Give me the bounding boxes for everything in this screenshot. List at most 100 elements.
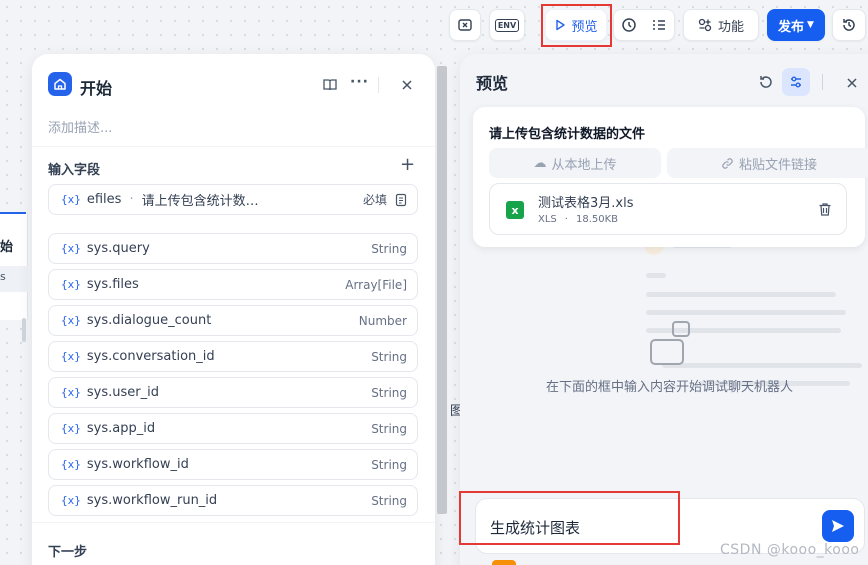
excel-file-icon: x bbox=[506, 201, 524, 219]
refresh-icon[interactable] bbox=[758, 74, 774, 90]
input-fields-heading: 输入字段 bbox=[48, 163, 101, 178]
more-icon[interactable]: ··· bbox=[350, 74, 369, 90]
system-variable-row[interactable]: {x} sys.conversation_id String bbox=[48, 341, 418, 372]
variable-type: String bbox=[371, 349, 407, 364]
variable-icon: {x} bbox=[61, 314, 81, 327]
left-edge-text-2: s bbox=[0, 270, 6, 283]
panel-scrollbar[interactable] bbox=[437, 66, 447, 514]
variable-name: sys.workflow_id bbox=[86, 457, 189, 472]
system-variable-row[interactable]: {x} sys.user_id String bbox=[48, 377, 418, 408]
variable-name: sys.dialogue_count bbox=[86, 313, 212, 328]
variable-type: String bbox=[371, 493, 407, 508]
header-divider bbox=[378, 77, 379, 93]
variable-icon: {x} bbox=[61, 422, 81, 435]
variable-name: sys.query bbox=[86, 241, 150, 256]
bottom-avatar bbox=[492, 560, 516, 565]
empty-state-hint: 在下面的框中输入内容开始调试聊天机器人 bbox=[546, 380, 794, 395]
history-icon bbox=[843, 19, 855, 31]
cloud-upload-icon: ☁ bbox=[533, 155, 547, 171]
close-preview-icon[interactable] bbox=[846, 77, 858, 89]
preview-label: 预览 bbox=[571, 19, 598, 35]
variable-name: efiles bbox=[86, 192, 122, 207]
start-node-title: 开始 bbox=[80, 79, 113, 98]
features-label: 功能 bbox=[717, 19, 744, 35]
close-icon[interactable] bbox=[401, 79, 413, 91]
required-badge: 必填 bbox=[362, 193, 387, 207]
file-ext: XLS bbox=[538, 214, 557, 225]
watermark: CSDN @kooo_kooo bbox=[720, 542, 860, 558]
variable-type: String bbox=[371, 457, 407, 472]
file-size: 18.50KB bbox=[575, 214, 619, 225]
file-meta-dot: · bbox=[564, 214, 568, 225]
add-variable-button[interactable]: + bbox=[400, 154, 415, 175]
variable-name: sys.files bbox=[86, 277, 139, 292]
trash-icon[interactable] bbox=[818, 202, 832, 217]
preview-panel: 预览 请上传包含统计数据的文件 ☁ 从本地上传 粘贴文件链接 x 测试表格3月.… bbox=[460, 54, 868, 565]
system-variable-row[interactable]: {x} sys.query String bbox=[48, 233, 418, 264]
paste-link-button[interactable]: 粘贴文件链接 bbox=[667, 148, 868, 178]
book-icon[interactable] bbox=[322, 77, 338, 93]
header-divider bbox=[822, 74, 823, 90]
sliders-icon bbox=[791, 76, 801, 88]
variable-type: String bbox=[371, 421, 407, 436]
env-icon: ENV bbox=[494, 18, 520, 32]
preview-title: 预览 bbox=[476, 74, 509, 93]
left-edge-text: 始 bbox=[0, 240, 14, 255]
variable-type: String bbox=[371, 241, 407, 256]
file-meta: XLS · 18.50KB bbox=[538, 214, 618, 225]
paste-link-label: 粘贴文件链接 bbox=[738, 157, 817, 173]
publish-button[interactable]: 发布 ▼ bbox=[767, 9, 825, 41]
variable-icon: {x} bbox=[61, 458, 81, 471]
ghost-line bbox=[646, 310, 846, 315]
run-history-icon[interactable] bbox=[621, 17, 637, 33]
chatbot-face bbox=[650, 339, 684, 365]
variable-label: 请上传包含统计数… bbox=[141, 194, 259, 209]
left-scroll-handle[interactable] bbox=[22, 318, 26, 342]
system-variable-row[interactable]: {x} sys.workflow_id String bbox=[48, 449, 418, 480]
variable-type: Number bbox=[358, 313, 407, 328]
uploaded-file-item: x 测试表格3月.xls XLS · 18.50KB bbox=[489, 183, 847, 235]
variable-icon: {x} bbox=[61, 386, 81, 399]
section-divider bbox=[32, 146, 435, 147]
chatbot-bubble bbox=[672, 321, 690, 337]
variable-name: sys.user_id bbox=[86, 385, 159, 400]
variables-toggle-button[interactable] bbox=[782, 68, 810, 96]
chevron-down-icon: ▼ bbox=[807, 20, 814, 30]
system-variable-row[interactable]: {x} sys.dialogue_count Number bbox=[48, 305, 418, 336]
system-variable-row[interactable]: {x} sys.files Array[File] bbox=[48, 269, 418, 300]
variable-icon: {x} bbox=[61, 193, 81, 206]
variable-icon: {x} bbox=[61, 242, 81, 255]
home-icon bbox=[48, 72, 72, 96]
left-edge-active-bar bbox=[0, 212, 26, 214]
features-icon bbox=[698, 18, 712, 32]
system-variable-row[interactable]: {x} sys.app_id String bbox=[48, 413, 418, 444]
checklist-icon[interactable] bbox=[651, 17, 667, 33]
variable-icon: {x} bbox=[61, 350, 81, 363]
local-upload-label: 从本地上传 bbox=[551, 157, 617, 173]
link-icon bbox=[722, 157, 733, 169]
next-step-divider bbox=[32, 522, 435, 523]
start-node-panel: 开始 ··· 添加描述... 输入字段 + {x} efiles · 请上传包含… bbox=[32, 54, 435, 565]
upload-card: 请上传包含统计数据的文件 ☁ 从本地上传 粘贴文件链接 x 测试表格3月.xls… bbox=[473, 107, 868, 247]
ghost-line bbox=[646, 292, 836, 297]
variable-name: sys.conversation_id bbox=[86, 349, 215, 364]
system-variable-row[interactable]: {x} sys.workflow_run_id String bbox=[48, 485, 418, 516]
restart-icon bbox=[458, 19, 472, 31]
input-variable-efiles[interactable]: {x} efiles · 请上传包含统计数… 必填 bbox=[48, 184, 418, 215]
features-button[interactable]: 功能 bbox=[683, 9, 759, 41]
variable-type: Array[File] bbox=[345, 277, 407, 292]
env-button[interactable]: ENV bbox=[489, 9, 525, 41]
file-name: 测试表格3月.xls bbox=[538, 196, 634, 211]
version-history-button[interactable] bbox=[832, 9, 866, 41]
variable-name: sys.workflow_run_id bbox=[86, 493, 218, 508]
play-icon bbox=[556, 19, 566, 31]
description-input[interactable]: 添加描述... bbox=[48, 117, 112, 136]
chatbot-icon bbox=[646, 319, 696, 367]
chat-input-text: 生成统计图表 bbox=[490, 519, 581, 537]
checklist-group bbox=[613, 9, 675, 41]
local-upload-button[interactable]: ☁ 从本地上传 bbox=[489, 148, 661, 178]
publish-label: 发布 bbox=[778, 19, 805, 35]
send-button[interactable] bbox=[822, 510, 854, 542]
preview-button[interactable]: 预览 bbox=[545, 9, 607, 41]
clear-history-button[interactable] bbox=[449, 9, 481, 41]
